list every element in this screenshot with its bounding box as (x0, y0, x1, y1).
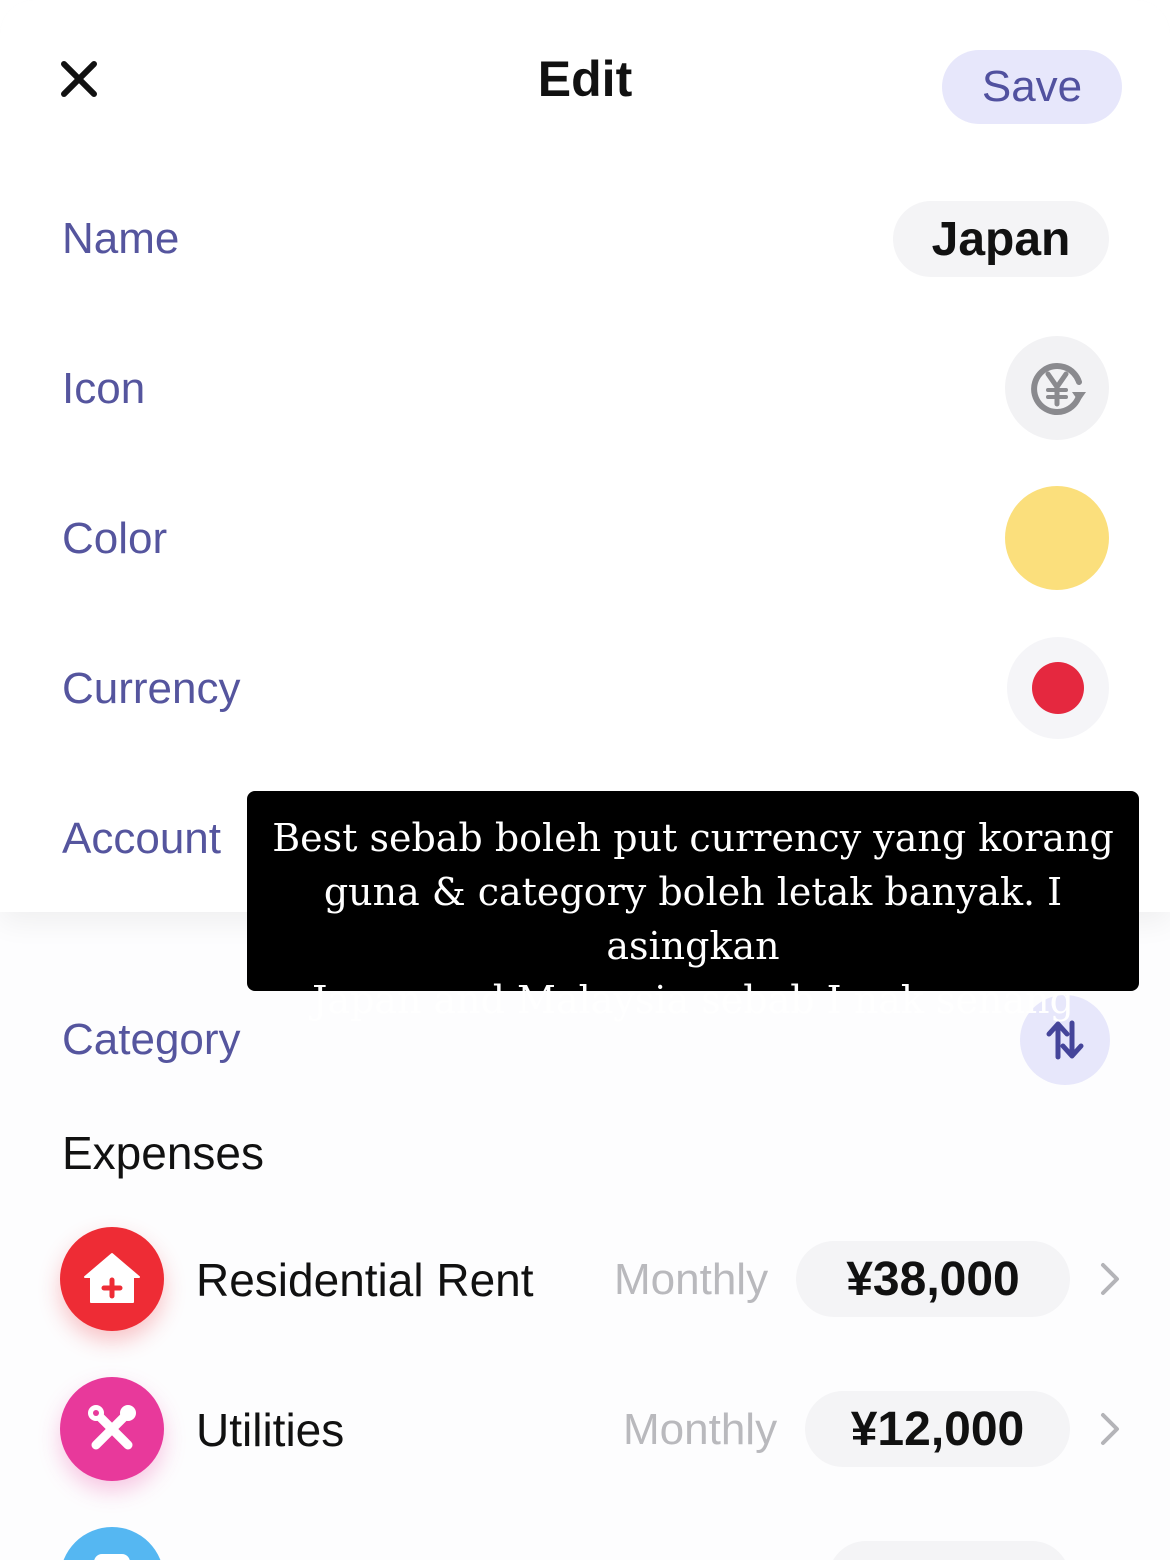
expense-period: Monthly (614, 1255, 769, 1304)
caption-line: guna & category boleh letak banyak. I as… (323, 870, 1063, 968)
icon-picker-button[interactable] (1005, 336, 1109, 440)
expense-period: Monthly (623, 1405, 778, 1454)
caption-line: Best sebab boleh put currency yang koran… (272, 816, 1114, 860)
house-plus-icon (60, 1227, 164, 1331)
expense-amount-partial (828, 1541, 1070, 1560)
chevron-right-icon (1101, 1263, 1119, 1295)
settings-card: Edit Save Name Japan Icon Color Currency… (0, 0, 1170, 912)
expenses-section-title: Expenses (62, 1127, 265, 1179)
currency-picker-button[interactable] (1007, 637, 1109, 739)
color-swatch-button[interactable] (1005, 486, 1109, 590)
currency-label: Currency (62, 664, 241, 713)
category-label: Category (62, 1015, 241, 1064)
caption-overlay: Best sebab boleh put currency yang koran… (247, 791, 1139, 1022)
expense-amount: ¥12,000 (805, 1391, 1070, 1467)
name-label: Name (62, 214, 180, 263)
icon-label: Icon (62, 364, 146, 413)
japan-flag-icon (1032, 662, 1084, 714)
name-field[interactable]: Japan (893, 201, 1109, 277)
expense-name: Residential Rent (196, 1254, 534, 1306)
expense-row-residential-rent[interactable]: Residential Rent Monthly ¥38,000 (0, 1227, 1170, 1337)
expense-name: Utilities (196, 1404, 345, 1456)
yen-exchange-icon (1031, 363, 1086, 415)
expense-row-utilities[interactable]: Utilities Monthly ¥12,000 (0, 1377, 1170, 1487)
save-button[interactable]: Save (942, 50, 1122, 124)
caption-line: Japan and Malaysia sebab I nak senang (312, 978, 1074, 1022)
tools-icon (60, 1377, 164, 1481)
expense-row-partial[interactable] (0, 1527, 1170, 1560)
expense-amount: ¥38,000 (796, 1241, 1070, 1317)
chevron-right-icon (1101, 1413, 1119, 1445)
partial-icon (60, 1527, 164, 1560)
color-label: Color (62, 514, 168, 563)
account-label[interactable]: Account (62, 814, 221, 864)
edit-sheet: Edit Save Name Japan Icon Color Currency… (0, 0, 1170, 1560)
